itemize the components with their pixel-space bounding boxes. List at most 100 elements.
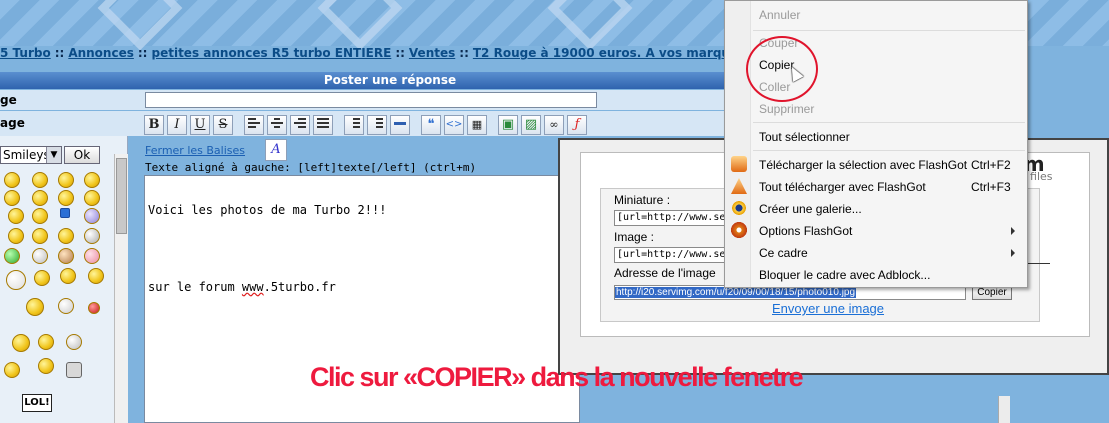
smiley-icon[interactable] (58, 298, 74, 314)
smiley-scrollbar[interactable] (114, 154, 128, 423)
align-left-icon[interactable] (244, 115, 264, 135)
shortcut-ctrl-f3: Ctrl+F3 (971, 180, 1011, 194)
smiley-icon[interactable] (58, 172, 74, 188)
menu-separator (753, 122, 1025, 123)
menu-item-flashgot-selection[interactable]: Télécharger la sélection avec FlashGot (759, 156, 967, 174)
smiley-icon[interactable] (84, 172, 100, 188)
sun-smiley-icon[interactable] (26, 298, 44, 316)
underline-button[interactable]: U (190, 115, 210, 135)
post-reply-header: Poster une réponse (0, 72, 780, 89)
subject-input[interactable] (145, 92, 597, 108)
smiley-icon[interactable] (32, 208, 48, 224)
breadcrumb-item[interactable]: 5 Turbo (0, 46, 51, 60)
logo-diamond (97, 0, 183, 51)
menu-item-create-gallery[interactable]: Créer une galerie... (759, 200, 862, 218)
smiley-icon[interactable] (32, 172, 48, 188)
align-center-icon[interactable] (267, 115, 287, 135)
address-label: Adresse de l'image (614, 266, 716, 280)
instruction-caption: Clic sur «COPIER» dans la nouvelle fenet… (310, 362, 804, 392)
gallery-eye-icon (731, 200, 747, 216)
page-scrollbar[interactable] (998, 396, 1010, 423)
smiley-icon[interactable] (32, 190, 48, 206)
bold-button[interactable]: B (144, 115, 164, 135)
smiley-ok-button[interactable]: Ok (64, 146, 100, 164)
smiley-icon[interactable] (32, 248, 48, 264)
smiley-icon[interactable] (38, 358, 54, 374)
smiley-icon[interactable] (38, 334, 54, 350)
smiley-icon[interactable] (84, 190, 100, 206)
quote-icon[interactable]: ❝ (421, 115, 441, 135)
italic-button[interactable]: I (167, 115, 187, 135)
link-icon[interactable]: ∞ (544, 115, 564, 135)
breadcrumb: 5 Turbo:: Annonces:: petites annonces R5 t… (0, 44, 740, 64)
breadcrumb-item[interactable]: petites annonces R5 turbo ENTIERE (151, 46, 391, 60)
smiley-icon[interactable] (4, 190, 20, 206)
cherry-icon[interactable] (88, 302, 100, 314)
lol-smiley-icon[interactable]: LOL! (22, 394, 52, 412)
smiley-category-select[interactable]: Smileys ▼ (0, 146, 62, 164)
smiley-icon[interactable] (8, 228, 24, 244)
page-background (1014, 375, 1109, 423)
menu-icon-gutter (725, 1, 751, 287)
smiley-icon[interactable] (88, 268, 104, 284)
smiley-icon[interactable] (58, 190, 74, 206)
logo-diamond (547, 0, 633, 51)
flash-icon[interactable]: ƒ (567, 115, 587, 135)
strike-button[interactable]: S (213, 115, 233, 135)
close-tags-link[interactable]: Fermer les Balises (145, 144, 245, 157)
smiley-icon[interactable] (32, 228, 48, 244)
smiley-icon[interactable] (84, 228, 100, 244)
smiley-icon[interactable] (4, 362, 20, 378)
menu-item-flashgot-all[interactable]: Tout télécharger avec FlashGot (759, 178, 926, 196)
menu-item-select-all[interactable]: Tout sélectionner (759, 128, 850, 146)
submenu-arrow-icon (1011, 249, 1015, 257)
horizontal-rule-icon[interactable] (390, 115, 410, 135)
smiley-icon[interactable] (84, 248, 100, 264)
menu-item-delete[interactable]: Supprimer (759, 100, 814, 118)
chevron-down-icon: ▼ (46, 147, 61, 163)
bullet-list-icon[interactable] (344, 115, 364, 135)
submenu-arrow-icon (1011, 227, 1015, 235)
smiley-scroll-thumb[interactable] (116, 158, 127, 234)
image-label: Image : (614, 230, 655, 244)
smiley-icon[interactable] (6, 270, 26, 290)
flashgot-options-icon (731, 222, 747, 238)
message-line: sur le forum www.5turbo.fr (148, 280, 336, 294)
breadcrumb-item[interactable]: Ventes (409, 46, 455, 60)
align-right-icon[interactable] (290, 115, 310, 135)
code-icon[interactable]: <> (444, 115, 464, 135)
smiley-icon[interactable] (66, 362, 82, 378)
send-image-link[interactable]: Envoyer une image (772, 301, 884, 316)
smiley-icon[interactable] (4, 172, 20, 188)
smiley-icon[interactable] (66, 334, 82, 350)
highlight-circle (746, 36, 818, 102)
table-icon[interactable]: ▦ (467, 115, 487, 135)
image-field[interactable]: [url=http://www.servim (614, 247, 734, 263)
subject-label: ge (0, 93, 17, 107)
image-icon[interactable]: ▨ (521, 115, 541, 135)
flashgot-icon (731, 156, 747, 172)
breadcrumb-item[interactable]: Annonces (68, 46, 134, 60)
justify-icon[interactable] (313, 115, 333, 135)
smiley-icon[interactable] (58, 248, 74, 264)
smiley-icon[interactable] (58, 228, 74, 244)
menu-item-undo[interactable]: Annuler (759, 6, 800, 24)
numbered-list-icon[interactable] (367, 115, 387, 135)
image-host-icon[interactable]: ▣ (498, 115, 518, 135)
smiley-icon[interactable] (60, 268, 76, 284)
smiley-icon[interactable] (84, 208, 100, 224)
breadcrumb-item[interactable]: T2 Rouge à 19000 euros. A vos marques, p (473, 46, 740, 60)
menu-item-this-frame[interactable]: Ce cadre (759, 244, 808, 262)
smiley-icon[interactable] (4, 248, 20, 264)
menu-separator (753, 30, 1025, 31)
menu-item-flashgot-options[interactable]: Options FlashGot (759, 222, 852, 240)
smiley-icon[interactable] (12, 334, 30, 352)
smiley-icon[interactable] (34, 270, 50, 286)
font-style-icon[interactable]: A (265, 139, 287, 161)
menu-item-block-frame[interactable]: Bloquer le cadre avec Adblock... (759, 266, 930, 284)
selected-url-text: http://i20.servimg.com/u/f20/09/00/18/15… (615, 287, 857, 298)
smiley-icon[interactable] (8, 208, 24, 224)
formatting-toolbar: B I U S ❝ <> ▦ ▣ ▨ ∞ ƒ (144, 115, 587, 137)
star-icon[interactable] (60, 208, 70, 218)
miniature-field[interactable]: [url=http://www.servim (614, 210, 734, 226)
